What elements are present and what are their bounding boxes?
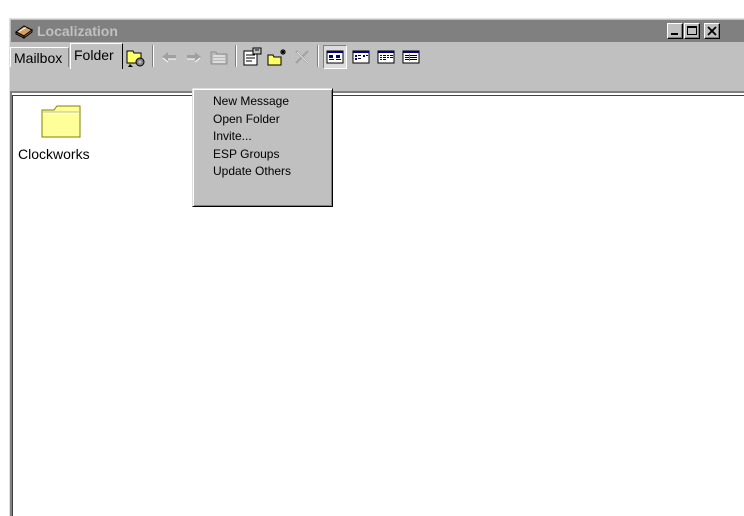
- close-icon: [707, 26, 717, 36]
- up-folder-button[interactable]: [208, 46, 230, 68]
- folder-icon: [41, 105, 81, 138]
- folder-item-clockworks[interactable]: Clockworks: [18, 104, 106, 162]
- new-folder-icon: [267, 49, 286, 66]
- menu-item-new-message[interactable]: New Message: [193, 93, 332, 111]
- back-arrow-icon: [162, 52, 176, 63]
- properties-button[interactable]: [241, 46, 263, 68]
- maximize-button[interactable]: [684, 23, 700, 39]
- menu-item-invite[interactable]: Invite...: [193, 128, 332, 146]
- folder-content-pane: Clockworks: [10, 91, 744, 516]
- menu-item-esp-groups[interactable]: ESP Groups: [193, 146, 332, 164]
- menu-item-update-others[interactable]: Update Others: [193, 163, 332, 181]
- minimize-button[interactable]: [667, 23, 683, 39]
- small-icons-view-icon: [352, 50, 370, 64]
- toolbar-separator: [317, 45, 319, 67]
- tab-mailbox[interactable]: Mailbox: [10, 47, 69, 67]
- large-icons-view-button[interactable]: [323, 45, 347, 69]
- toolbar-separator: [235, 45, 237, 67]
- delete-icon: [295, 50, 309, 64]
- app-window: Localization Mailbox Folder Clockworks: [9, 18, 744, 516]
- minimize-icon: [671, 33, 678, 35]
- close-button[interactable]: [704, 23, 720, 39]
- menu-item-open-folder[interactable]: Open Folder: [193, 111, 332, 129]
- small-icons-view-button[interactable]: [350, 46, 372, 68]
- list-view-icon: [377, 50, 395, 64]
- delete-button[interactable]: [291, 46, 313, 68]
- toolbar: Mailbox Folder: [10, 42, 744, 90]
- forward-arrow-icon: [187, 52, 201, 63]
- details-view-button[interactable]: [400, 46, 422, 68]
- window-title: Localization: [37, 23, 118, 39]
- toolbar-separator: [152, 45, 154, 67]
- details-view-icon: [402, 50, 420, 64]
- maximize-icon: [687, 26, 697, 35]
- title-bar[interactable]: Localization: [11, 20, 744, 42]
- folder-label: Clockworks: [18, 146, 90, 162]
- folder-actions-button[interactable]: [124, 45, 148, 69]
- large-icons-view-icon: [326, 50, 344, 64]
- book-icon: [15, 25, 33, 39]
- folder-view[interactable]: Clockworks: [12, 95, 744, 516]
- new-folder-button[interactable]: [266, 46, 288, 68]
- folder-gear-icon: [126, 50, 145, 67]
- tab-folder[interactable]: Folder: [70, 43, 123, 69]
- forward-button[interactable]: [183, 46, 205, 68]
- up-folder-icon: [210, 51, 228, 65]
- back-button[interactable]: [158, 46, 180, 68]
- properties-icon: [243, 47, 262, 66]
- list-view-button[interactable]: [375, 46, 397, 68]
- folder-actions-menu: New Message Open Folder Invite... ESP Gr…: [192, 88, 333, 207]
